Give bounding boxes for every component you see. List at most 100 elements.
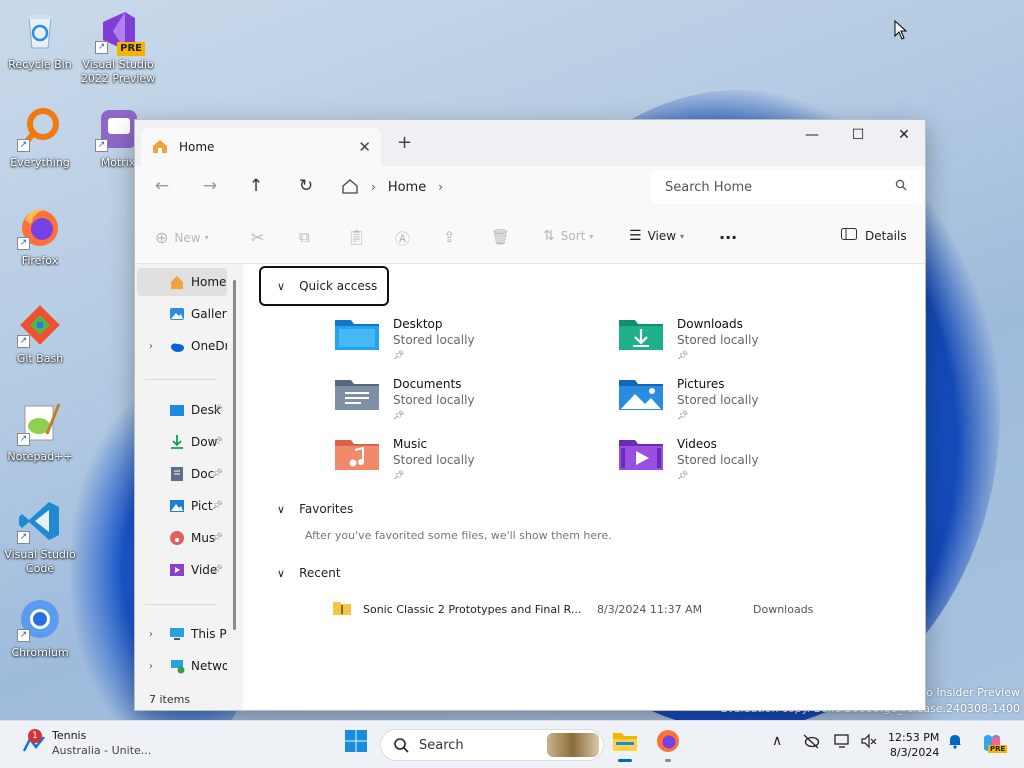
folder-documents[interactable]: Documents Stored locally 📌︎ [335, 376, 475, 424]
folder-name: Music [393, 437, 428, 451]
desktop-icon-everything[interactable]: ↗ Everything [0, 106, 80, 170]
cut-icon[interactable]: ✂ [251, 228, 264, 247]
sidebar-item-onedrive[interactable]: › OneDri [137, 332, 227, 360]
chevron-down-icon: ∨ [277, 279, 286, 293]
more-options-button[interactable]: ··· [719, 228, 737, 247]
maximize-button[interactable]: ☐ [835, 120, 881, 150]
new-tab-button[interactable]: + [397, 132, 412, 153]
folder-music[interactable]: Music Stored locally 📌︎ [335, 436, 475, 484]
navigation-bar: ← → ↑ ↻ › Home › Search Home [135, 166, 925, 208]
show-hidden-icons-chevron[interactable]: ∧ [772, 733, 782, 749]
network-display-icon[interactable] [834, 733, 852, 753]
sidebar-item-desktop[interactable]: Desk 📌︎ [137, 396, 227, 424]
new-button[interactable]: ⊕ New ▾ [155, 228, 209, 247]
sidebar-item-downloads[interactable]: Dow 📌︎ [137, 428, 227, 456]
rename-icon[interactable]: Ⓐ [395, 228, 410, 249]
desktop-icon-chromium[interactable]: ↗ Chromium [0, 596, 80, 660]
desktop-icon-vscode[interactable]: ↗ Visual Studio Code [0, 498, 80, 576]
back-button[interactable]: ← [151, 176, 173, 196]
chevron-down-icon: ∨ [277, 502, 286, 516]
desktop-folder-icon [335, 316, 379, 352]
item-count: 7 items [149, 693, 191, 706]
view-button[interactable]: ☰ View ▾ [629, 228, 684, 244]
tab-home[interactable]: Home ✕ [141, 128, 381, 166]
active-indicator [618, 759, 632, 762]
minimize-button[interactable]: — [789, 120, 835, 150]
taskbar-file-explorer[interactable] [612, 729, 638, 762]
volume-muted-icon[interactable] [860, 733, 878, 753]
close-window-button[interactable]: ✕ [881, 120, 925, 150]
pin-icon: 📌︎ [677, 351, 689, 361]
forward-button[interactable]: → [199, 176, 221, 196]
paste-icon[interactable]: 📋︎ [347, 228, 366, 246]
sidebar-item-music[interactable]: Mus 📌︎ [137, 524, 227, 552]
shortcut-arrow-icon: ↗ [17, 629, 30, 642]
share-icon[interactable]: ⇪ [443, 228, 456, 246]
expand-chevron-icon[interactable]: › [149, 661, 153, 672]
sidebar-item-documents[interactable]: Doc 📌︎ [137, 460, 227, 488]
file-explorer-window: Home ✕ + — ☐ ✕ ← → ↑ ↻ › Home › Search H… [134, 119, 926, 711]
desktop-icon-recycle-bin[interactable]: Recycle Bin [0, 8, 80, 72]
breadcrumb-home[interactable]: Home [388, 180, 426, 195]
sidebar-item-label: OneDri [191, 339, 227, 353]
windows-logo-icon [345, 730, 367, 752]
folder-name: Videos [677, 437, 717, 451]
notification-bell-icon[interactable] [948, 733, 962, 753]
folder-pictures[interactable]: Pictures Stored locally 📌︎ [619, 376, 759, 424]
sidebar-item-videos[interactable]: Vide 📌︎ [137, 556, 227, 584]
clock-time: 12:53 PM [888, 731, 940, 744]
sidebar-scrollbar[interactable] [233, 280, 236, 630]
sidebar-item-pictures[interactable]: Pict 📌︎ [137, 492, 227, 520]
desktop-folder-icon [170, 405, 184, 416]
desktop-icon-label: Visual Studio 2022 Preview [80, 58, 156, 85]
desktop-icon-git-bash[interactable]: ↗ Git Bash [0, 302, 80, 366]
refresh-button[interactable]: ↻ [295, 176, 317, 196]
quick-access-header[interactable]: ∨ Quick access [259, 266, 389, 306]
up-button[interactable]: ↑ [245, 176, 267, 196]
search-box[interactable]: Search Home [651, 170, 921, 204]
weather-widget[interactable]: 1 Tennis Australia - Unite... [22, 728, 151, 758]
copilot-icon[interactable]: PRE [980, 731, 1008, 759]
widget-subtitle: Australia - Unite... [52, 744, 152, 757]
taskbar-search[interactable]: Search [380, 729, 604, 761]
pin-icon: 📌︎ [211, 501, 223, 511]
group-title: Favorites [299, 502, 354, 516]
desktop-icon-visual-studio[interactable]: PRE ↗ Visual Studio 2022 Preview [78, 8, 158, 86]
recent-file-row[interactable]: Sonic Classic 2 Prototypes and Final R..… [333, 598, 923, 620]
delete-icon[interactable]: 🗑︎ [491, 228, 510, 246]
system-clock[interactable]: 12:53 PM 8/3/2024 [888, 730, 939, 760]
sidebar-item-network[interactable]: › Networ [137, 652, 227, 680]
sidebar-item-label: Home [191, 275, 227, 289]
address-bar[interactable]: › Home › [341, 170, 641, 204]
taskbar-firefox[interactable] [656, 729, 680, 762]
desktop-icon-notepad-plus[interactable]: ↗ Notepad++ [0, 400, 80, 464]
folder-videos[interactable]: Videos Stored locally 📌︎ [619, 436, 759, 484]
visual-studio-icon: PRE ↗ [95, 8, 145, 56]
recent-header[interactable]: ∨ Recent [259, 566, 341, 580]
desktop-icon-firefox[interactable]: ↗ Firefox [0, 204, 80, 268]
expand-chevron-icon[interactable]: › [149, 629, 153, 640]
start-button[interactable] [344, 729, 368, 756]
expand-chevron-icon[interactable]: › [149, 341, 153, 352]
sort-icon: ⇅ [543, 228, 555, 244]
music-folder-icon [335, 436, 379, 472]
folder-downloads[interactable]: Downloads Stored locally 📌︎ [619, 316, 759, 364]
copy-icon[interactable]: ⧉ [299, 228, 310, 246]
sort-button[interactable]: ⇅ Sort ▾ [543, 228, 593, 244]
chevron-right-icon[interactable]: › [438, 180, 443, 194]
sidebar-item-home[interactable]: Home [137, 268, 227, 296]
favorites-header[interactable]: ∨ Favorites [259, 502, 353, 516]
sidebar-item-gallery[interactable]: Gallery [137, 300, 227, 328]
zip-folder-icon [333, 601, 351, 618]
desktop-icon-label: Recycle Bin [8, 58, 72, 71]
onedrive-offline-icon[interactable] [802, 733, 820, 753]
network-icon [171, 660, 185, 674]
search-input[interactable]: Search Home [665, 180, 895, 195]
sidebar-item-label: This PC [191, 627, 227, 641]
folder-desktop[interactable]: Desktop Stored locally 📌︎ [335, 316, 475, 364]
notepad-plus-icon: ↗ [17, 400, 63, 446]
details-button[interactable]: Details [841, 228, 907, 243]
documents-folder-icon [335, 376, 379, 412]
sidebar-item-this-pc[interactable]: › This PC [137, 620, 227, 648]
close-tab-icon[interactable]: ✕ [358, 138, 371, 156]
